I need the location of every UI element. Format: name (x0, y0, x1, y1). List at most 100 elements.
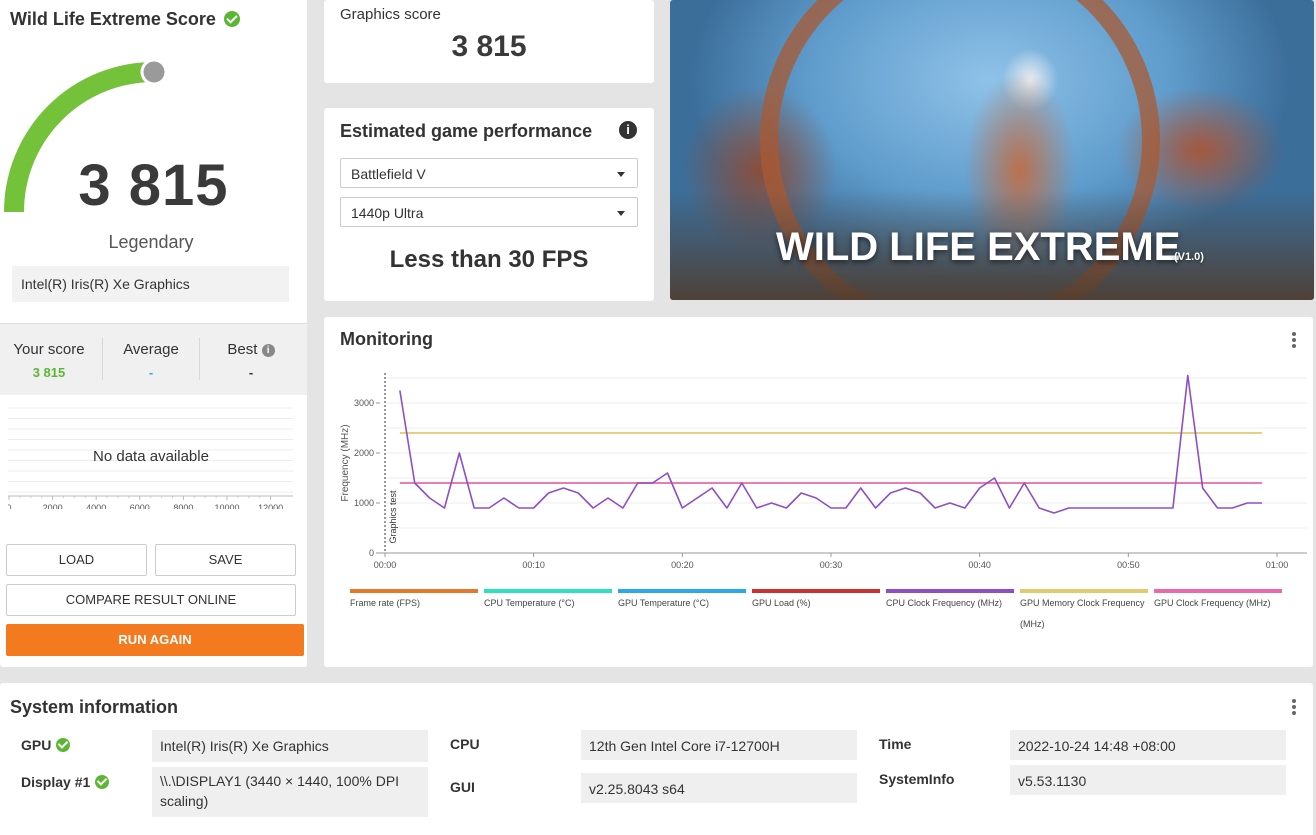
score-comparison: Your score 3 815 Average - Best i - (0, 323, 307, 395)
graphics-score-panel: Graphics score 3 815 (324, 0, 654, 83)
divider (102, 338, 103, 380)
y-tick-label: 2000 (354, 448, 374, 458)
gpu-label: GPU (21, 737, 71, 753)
gpu-value: Intel(R) Iris(R) Xe Graphics (152, 730, 428, 762)
gui-label: GUI (450, 779, 475, 795)
game-performance-title: Estimated game performance (340, 121, 593, 141)
info-icon[interactable]: i (261, 344, 275, 357)
check-icon (224, 11, 240, 27)
divider (199, 338, 200, 380)
game-select[interactable]: Battlefield V (340, 158, 638, 188)
display-label-text: Display #1 (21, 774, 91, 790)
your-score-column: Your score 3 815 (10, 341, 88, 380)
legend-swatch (484, 589, 612, 593)
average-label: Average (123, 341, 179, 358)
x-tick-label: 00:20 (671, 560, 694, 570)
x-tick-label: 00:10 (522, 560, 545, 570)
legend-label[interactable]: GPU Temperature (°C) (618, 598, 709, 608)
system-information-panel: System information GPU Intel(R) Iris(R) … (0, 683, 1313, 835)
hist-tick-label: 0 (8, 503, 12, 509)
display-label: Display #1 (21, 774, 110, 790)
score-title: Wild Life Extreme Score (10, 9, 240, 30)
hist-tick-label: 2000 (43, 503, 63, 509)
legend-swatch (752, 589, 880, 593)
more-options-icon[interactable] (1292, 699, 1296, 717)
y-tick-label: 0 (369, 548, 374, 558)
legend-label[interactable]: (MHz) (1020, 619, 1045, 629)
no-data-message: No data available (93, 448, 209, 465)
cpu-label: CPU (450, 736, 480, 752)
graphics-score-label: Graphics score (340, 6, 441, 23)
legend-swatch (1154, 589, 1282, 593)
legend-swatch (618, 589, 746, 593)
cpu-value: 12th Gen Intel Core i7-12700H (581, 730, 857, 760)
time-label: Time (879, 736, 912, 752)
your-score-value: 3 815 (32, 365, 66, 380)
score-panel: Wild Life Extreme Score 3 815 Legendary … (0, 0, 307, 667)
legend-label[interactable]: CPU Clock Frequency (MHz) (886, 598, 1002, 608)
check-icon (95, 775, 110, 789)
legend-swatch (1020, 589, 1148, 593)
info-icon[interactable]: i (619, 121, 637, 139)
gpu-label-text: GPU (21, 737, 52, 753)
hist-tick-label: 4000 (86, 503, 106, 509)
y-tick-label: 3000 (354, 398, 374, 408)
x-tick-label: 00:00 (374, 560, 397, 570)
compare-result-online-button[interactable]: COMPARE RESULT ONLINE (6, 584, 296, 616)
rank-label: Legendary (108, 232, 194, 252)
monitoring-chart: 0 1000 2000 3000 Frequency (MHz) Graphics tes… (340, 373, 1307, 629)
preset-select[interactable]: 1440p Ultra (340, 197, 638, 227)
load-button[interactable]: LOAD (6, 544, 147, 576)
best-column: Best i - (205, 341, 297, 380)
hero-version: (V1.0) (1174, 251, 1204, 263)
save-button[interactable]: SAVE (155, 544, 296, 576)
score-title-text: Wild Life Extreme Score (10, 9, 216, 29)
legend-label[interactable]: GPU Memory Clock Frequency (1020, 598, 1145, 608)
average-value: - (148, 365, 154, 380)
display-value: \\.\DISPLAY1 (3440 × 1440, 100% DPI scal… (152, 767, 428, 817)
legend-swatch (886, 589, 1014, 593)
x-tick-label: 00:40 (968, 560, 991, 570)
y-tick-label: 1000 (354, 498, 374, 508)
y-axis-label: Frequency (MHz) (340, 424, 351, 501)
hist-tick-label: 6000 (130, 503, 150, 509)
hist-tick-label: 8000 (173, 503, 193, 509)
caret-down-icon (617, 172, 625, 177)
average-column: Average - (110, 341, 192, 380)
legend-swatch (350, 589, 478, 593)
game-select-value: Battlefield V (351, 166, 426, 182)
legend-label[interactable]: Frame rate (FPS) (350, 598, 420, 608)
gpu-name: Intel(R) Iris(R) Xe Graphics (12, 266, 289, 302)
system-information-title: System information (10, 697, 179, 717)
legend-label[interactable]: CPU Temperature (°C) (484, 598, 574, 608)
series-line-cpu-clock-frequency-mhz (399, 374, 1263, 514)
graphics-test-label: Graphics test (388, 490, 398, 544)
legend-label[interactable]: GPU Clock Frequency (MHz) (1154, 598, 1271, 608)
estimated-fps: Less than 30 FPS (389, 246, 589, 273)
hist-tick-label: 12000 (258, 503, 283, 509)
best-value: - (248, 365, 254, 380)
x-tick-label: 00:30 (820, 560, 843, 570)
monitoring-panel: Monitoring 0 1000 2000 3000 Frequency (MHz) G… (324, 317, 1313, 667)
check-icon (56, 738, 71, 752)
graphics-score-value: 3 815 (451, 30, 527, 63)
x-tick-label: 00:50 (1117, 560, 1140, 570)
hist-tick-label: 10000 (214, 503, 239, 509)
time-value: 2022-10-24 14:48 +08:00 (1010, 730, 1286, 760)
run-again-button[interactable]: RUN AGAIN (6, 624, 304, 656)
systeminfo-label: SystemInfo (879, 771, 955, 787)
caret-down-icon (617, 211, 625, 216)
best-label: Best i (205, 341, 297, 358)
game-performance-panel: Estimated game performance i Battlefield… (324, 108, 654, 301)
x-tick-label: 01:00 (1266, 560, 1289, 570)
systeminfo-value: v5.53.1130 (1010, 765, 1286, 795)
benchmark-hero-image: WILD LIFE EXTREME (V1.0) (670, 0, 1314, 300)
best-label-text: Best (227, 341, 258, 358)
legend-label[interactable]: GPU Load (%) (752, 598, 811, 608)
your-score-label: Your score (13, 341, 85, 358)
gauge-knob-icon (140, 58, 168, 86)
gui-value: v2.25.8043 s64 (581, 773, 857, 803)
preset-select-value: 1440p Ultra (351, 205, 424, 221)
main-score: 3 815 (78, 153, 229, 218)
hero-title: WILD LIFE EXTREME (776, 225, 1181, 269)
